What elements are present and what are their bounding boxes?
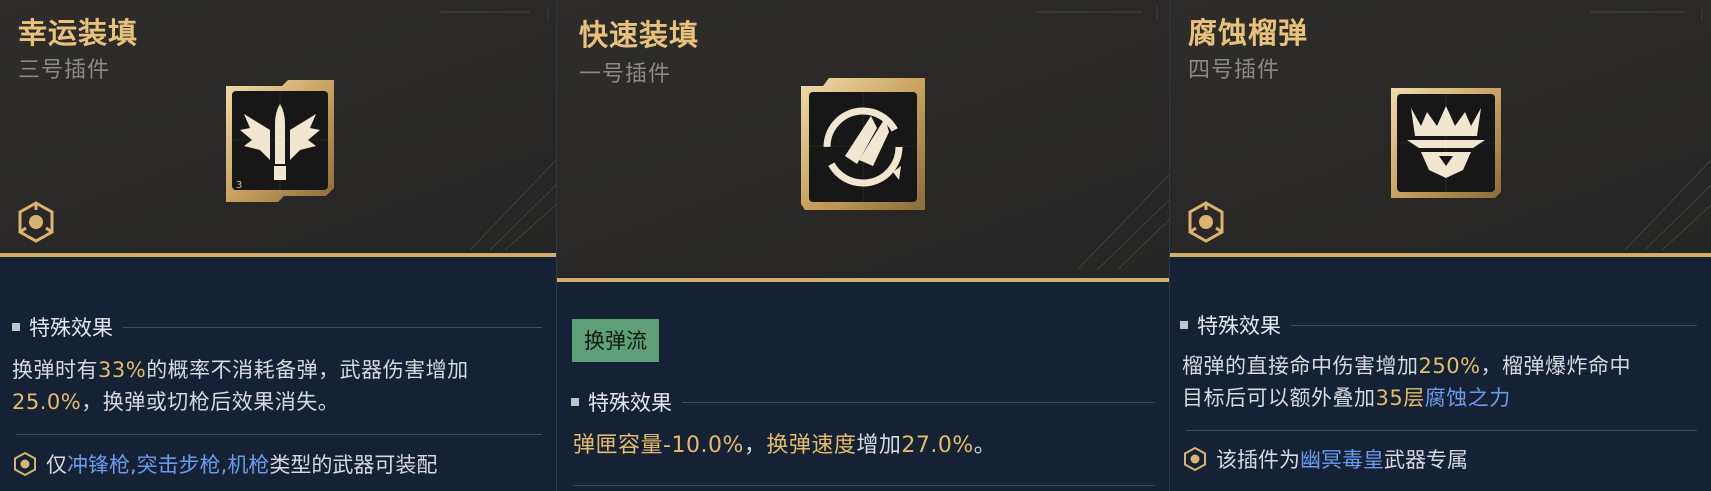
section-title: 特殊效果	[1197, 314, 1281, 338]
plugin-slot-icon	[18, 201, 54, 243]
plugin-slot-label: 三号插件	[18, 58, 111, 83]
section-heading-special-effect: 特殊效果	[1180, 310, 1697, 340]
effect-value: 35层	[1375, 386, 1425, 410]
plugin-title: 腐蚀榴弹	[1188, 16, 1309, 50]
plugin-slot-label: 一号插件	[579, 62, 672, 87]
equip-restriction-note: 仅冲锋枪,突击步枪,机枪 类型的武器可装配	[12, 449, 544, 479]
section-heading-special-effect: 特殊效果	[571, 387, 1155, 417]
effect-text: 目标后可以额外叠加	[1182, 386, 1376, 410]
section-heading-special-effect: 特殊效果	[12, 312, 542, 342]
effect-text: 的概率不消耗备弹，武器伤害增加	[146, 358, 469, 382]
effect-text: 榴弹的直接命中伤害增加	[1182, 354, 1419, 378]
divider	[1186, 430, 1697, 431]
gear-badge-icon	[14, 451, 36, 477]
playstyle-tag: 换弹流	[572, 319, 659, 362]
effect-text: ，榴弹爆炸命中	[1480, 354, 1632, 378]
bullet-square-icon	[571, 398, 579, 406]
note-text: 该插件为	[1216, 448, 1300, 472]
card-header: 快速装填 一号插件	[557, 0, 1169, 282]
effect-description: 换弹时有33%的概率不消耗备弹，武器伤害增加 25.0%，换弹或切枪后效果消失。	[12, 354, 544, 418]
plugin-card-quick-reload[interactable]: 快速装填 一号插件 换弹流 特殊效果 弹匣容量-10.0%，换弹速度增加27.0…	[557, 0, 1169, 491]
plugin-cards-row: 幸运装填 三号插件 3 特殊效果 换弹时有33%的概率不消耗备弹，武器伤害增加 …	[0, 0, 1711, 491]
exclusive-weapon-note: 该插件为 幽冥毒皇 武器专属	[1182, 444, 1699, 474]
rocket-reload-icon	[801, 78, 925, 210]
weapon-name-link[interactable]: 幽冥毒皇	[1300, 444, 1384, 474]
keyword-link[interactable]: 腐蚀之力	[1425, 386, 1511, 410]
effect-text: ，	[743, 433, 767, 458]
divider	[123, 326, 542, 328]
section-title: 特殊效果	[29, 316, 113, 340]
plugin-card-lucky-reload[interactable]: 幸运装填 三号插件 3 特殊效果 换弹时有33%的概率不消耗备弹，武器伤害增加 …	[0, 0, 556, 491]
divider	[16, 434, 542, 435]
note-text: 类型的武器可装配	[269, 453, 438, 477]
crowned-emblem-icon	[1391, 88, 1501, 198]
effect-text: 换弹时有	[12, 358, 98, 382]
effect-value: 25.0%	[12, 390, 82, 414]
gear-badge-icon	[1184, 446, 1206, 472]
divider	[682, 401, 1155, 403]
effect-description: 榴弹的直接命中伤害增加250%，榴弹爆炸命中 目标后可以额外叠加35层腐蚀之力	[1182, 350, 1699, 414]
note-text: 武器专属	[1384, 448, 1468, 472]
divider	[1291, 324, 1697, 326]
bullet-square-icon	[1180, 321, 1188, 329]
card-header: 幸运装填 三号插件 3	[0, 0, 556, 257]
plugin-card-corrosive-grenade[interactable]: 腐蚀榴弹 四号插件 特殊效果 榴弹的直接命中伤害增加250%，榴弹爆炸命中 目标…	[1170, 0, 1711, 491]
note-text: 仅	[46, 453, 67, 477]
effect-text: ，换弹或切枪后效果消失。	[81, 390, 340, 414]
effect-text: 。	[973, 433, 997, 458]
plugin-slot-label: 四号插件	[1188, 58, 1281, 83]
weapon-types-link[interactable]: 冲锋枪,突击步枪,机枪	[67, 449, 269, 479]
winged-bullet-icon: 3	[226, 80, 334, 202]
plugin-title: 快速装填	[579, 18, 700, 52]
effect-value: 250%	[1418, 354, 1481, 378]
effect-text: 增加	[856, 433, 902, 458]
divider	[573, 485, 1155, 486]
effect-value: -10.0%	[663, 433, 744, 458]
svg-text:3: 3	[236, 180, 242, 191]
plugin-slot-icon	[1188, 201, 1224, 243]
effect-value: 33%	[98, 358, 147, 382]
effect-description: 弹匣容量-10.0%，换弹速度增加27.0%。	[573, 430, 1157, 462]
effect-stat: 弹匣容量	[573, 433, 664, 458]
effect-value: 27.0%	[901, 433, 974, 458]
bullet-square-icon	[12, 323, 20, 331]
plugin-title: 幸运装填	[18, 16, 139, 50]
section-title: 特殊效果	[588, 391, 672, 415]
card-header: 腐蚀榴弹 四号插件	[1170, 0, 1711, 257]
effect-stat: 换弹速度	[766, 433, 857, 458]
